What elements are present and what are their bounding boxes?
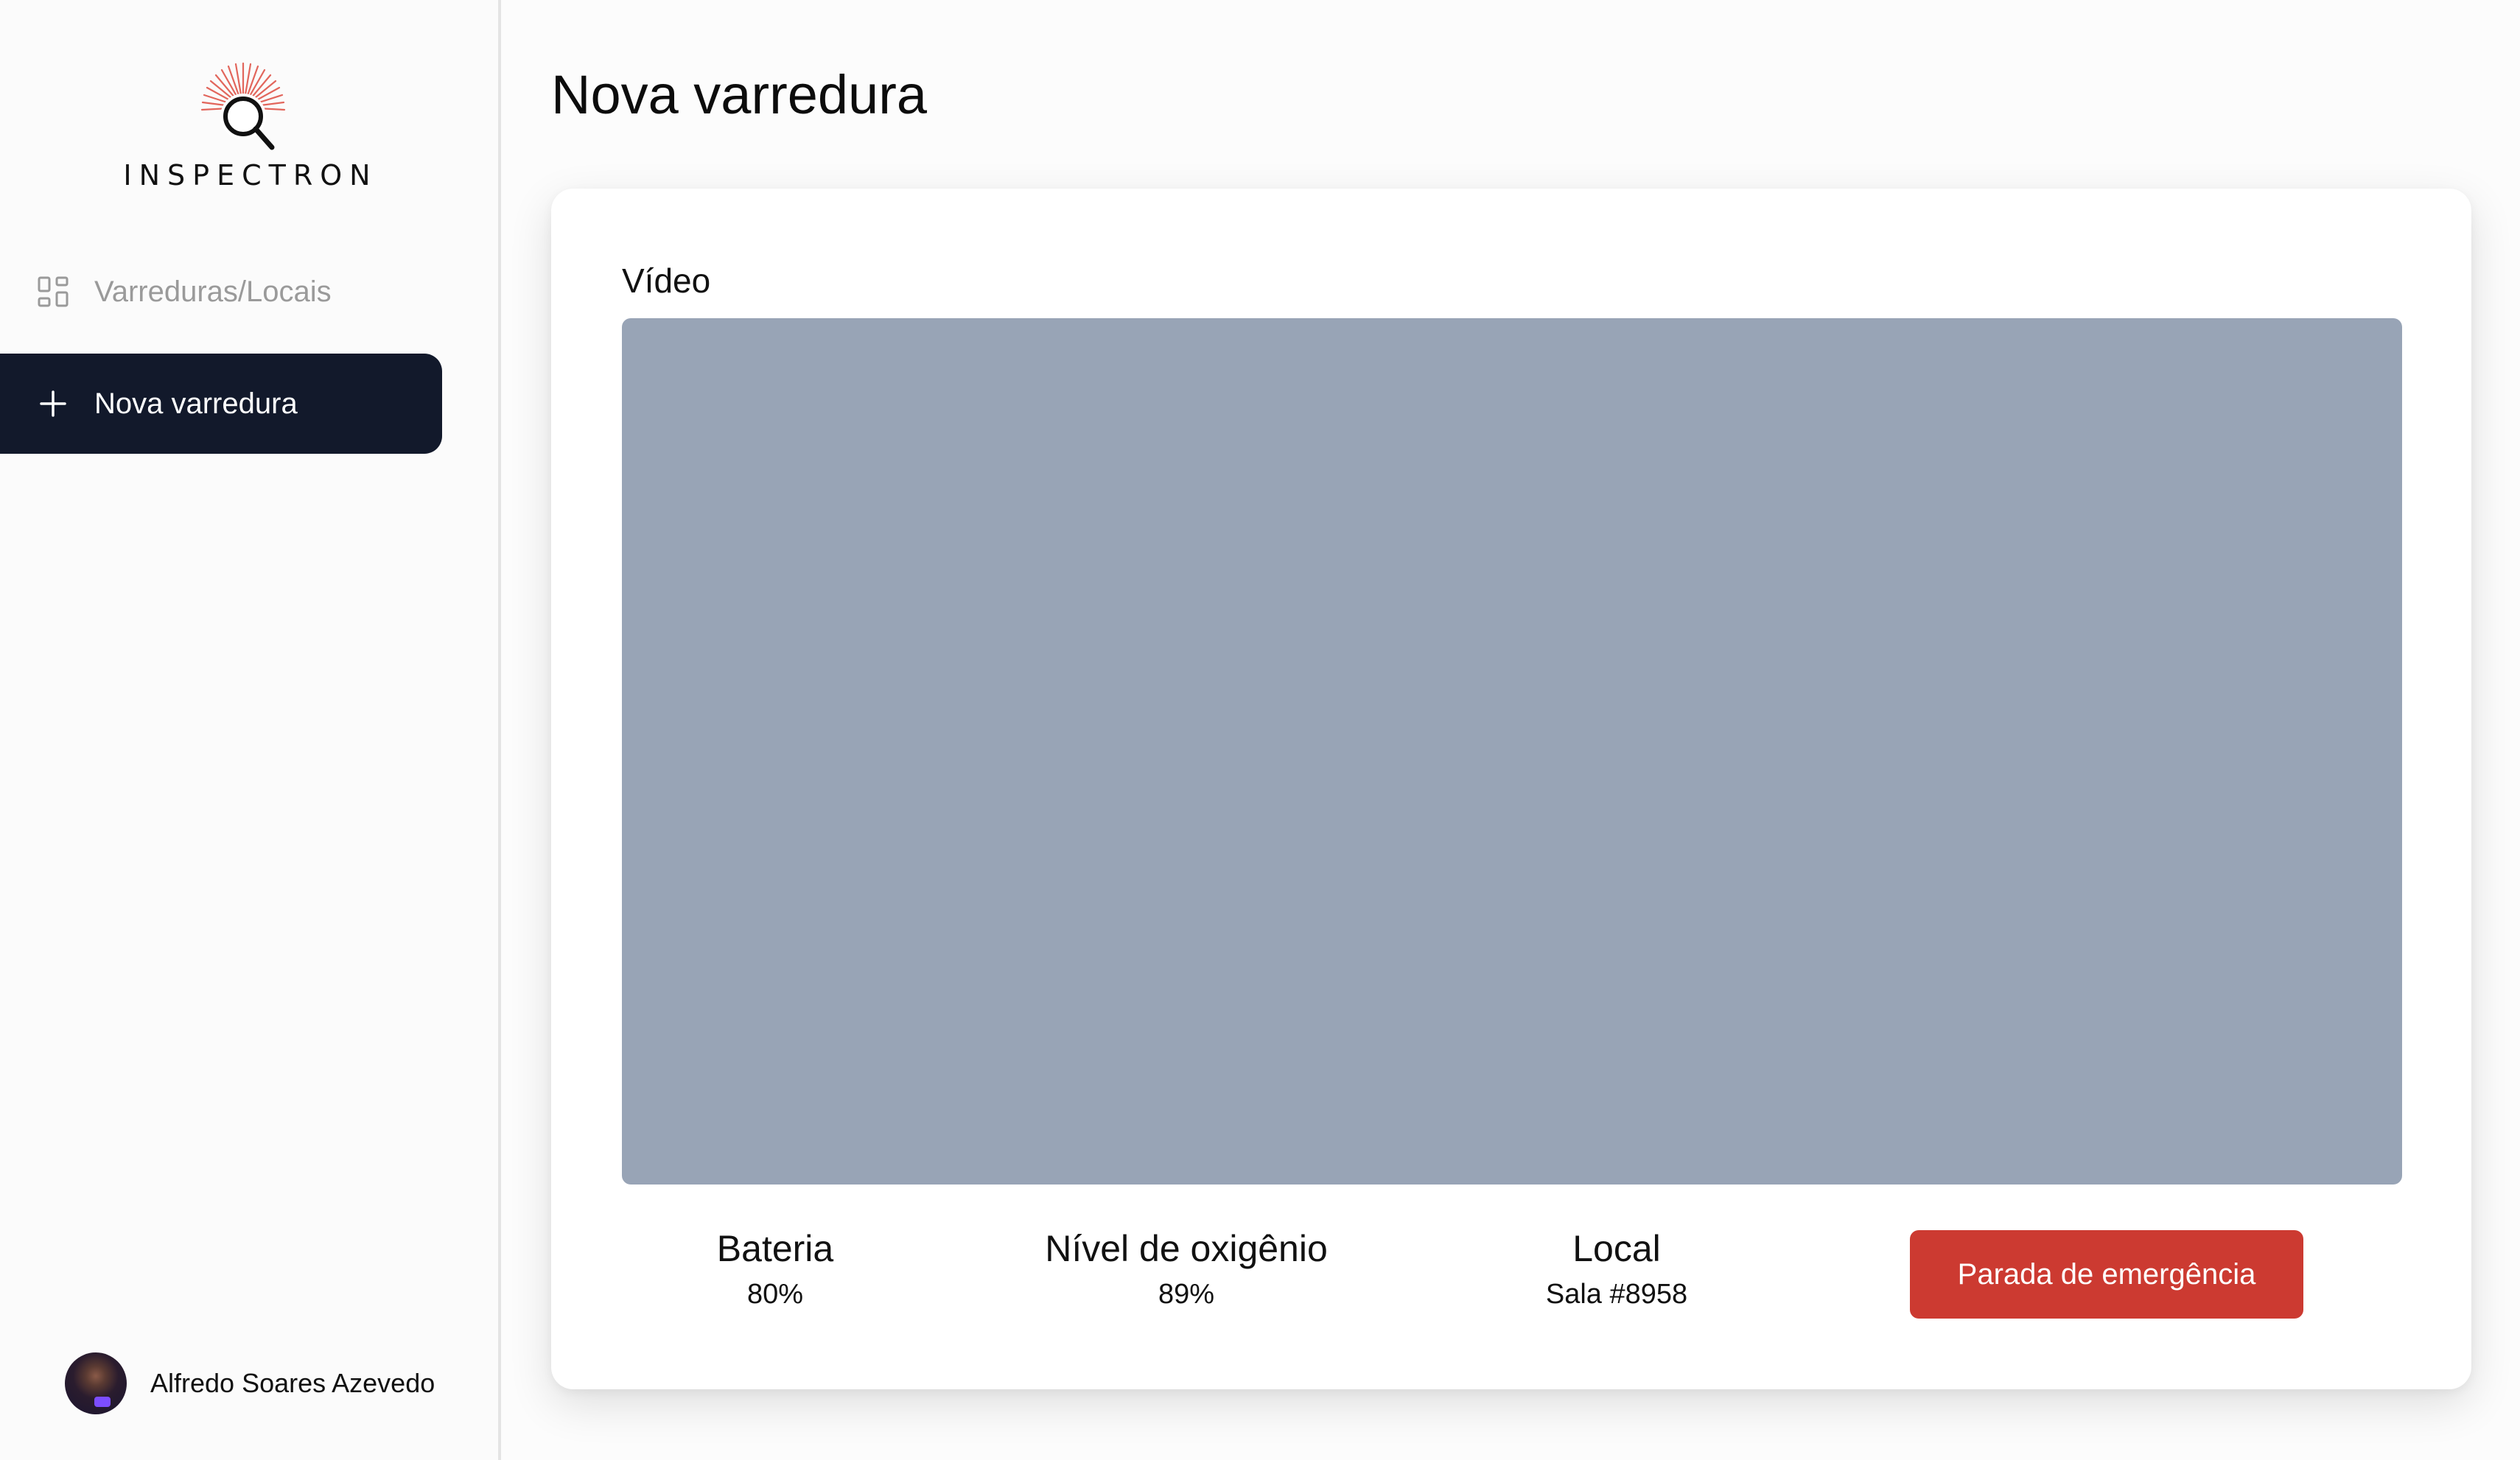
- oxygen-value: 89%: [1158, 1279, 1215, 1310]
- plus-icon: [37, 387, 69, 420]
- battery-stat: Bateria 80%: [717, 1227, 833, 1310]
- user-name: Alfredo Soares Azevedo: [150, 1368, 435, 1398]
- sidebar-item-varreduras-locais[interactable]: Varreduras/Locais: [0, 242, 442, 342]
- battery-value: 80%: [746, 1279, 804, 1310]
- sidebar-item-label: Nova varredura: [94, 387, 298, 420]
- sidebar-item-nova-varredura[interactable]: Nova varredura: [0, 354, 442, 454]
- sidebar-item-label: Varreduras/Locais: [94, 275, 332, 308]
- brand-name: INSPECTRON: [123, 159, 378, 192]
- avatar: [65, 1352, 127, 1414]
- video-label: Vídeo: [622, 262, 711, 300]
- stat-label: Bateria: [716, 1228, 834, 1269]
- logo[interactable]: INSPECTRON: [111, 56, 391, 192]
- location-stat: Local Sala #8958: [1546, 1227, 1687, 1310]
- sidebar: INSPECTRON Varreduras/Locais Nova varred…: [0, 0, 501, 1460]
- scan-card: Vídeo Bateria 80% Nível de oxigênio 89% …: [551, 189, 2471, 1389]
- oxygen-stat: Nível de oxigênio 89%: [1045, 1227, 1328, 1310]
- grid-icon: [37, 275, 69, 308]
- page-title: Nova varredura: [551, 64, 928, 125]
- magnifier-sunburst-icon: [200, 62, 286, 150]
- app: INSPECTRON Varreduras/Locais Nova varred…: [0, 0, 2520, 1460]
- stat-label: Local: [1572, 1228, 1661, 1269]
- user-profile[interactable]: Alfredo Soares Azevedo: [65, 1352, 435, 1414]
- emergency-stop-button[interactable]: Parada de emergência: [1910, 1230, 2303, 1319]
- video-feed[interactable]: [622, 318, 2402, 1185]
- location-value: Sala #8958: [1545, 1279, 1688, 1310]
- stat-label: Nível de oxigênio: [1045, 1228, 1328, 1269]
